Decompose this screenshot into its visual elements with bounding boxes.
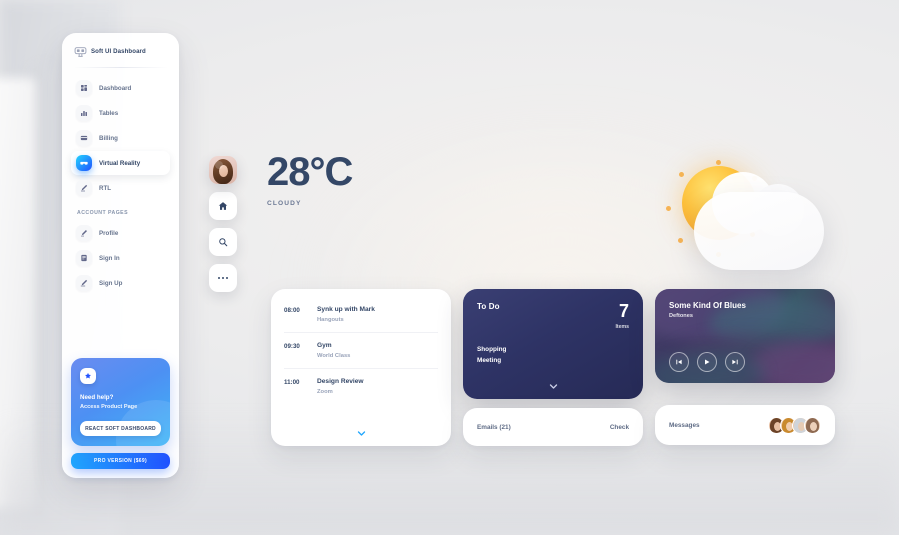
billing-card-icon (76, 130, 92, 146)
schedule-time: 08:00 (284, 307, 300, 314)
music-player-card: Some Kind Of Blues Deftones (655, 289, 835, 383)
search-icon (219, 238, 228, 247)
react-soft-dashboard-button[interactable]: REACT SOFT DASHBOARD (80, 421, 161, 436)
schedule-title: Design Review (317, 378, 364, 385)
music-controls (669, 352, 745, 372)
sidebar-item-rtl[interactable]: RTL (71, 176, 170, 200)
vr-headset-logo-icon (74, 47, 87, 57)
dashboard-icon (76, 80, 92, 96)
todo-expand-button[interactable] (463, 382, 643, 391)
home-button[interactable] (209, 192, 237, 220)
emails-card: Emails (21) Check (463, 408, 643, 446)
messages-avatar-stack (768, 416, 821, 434)
schedule-title: Synk up with Mark (317, 306, 375, 313)
sidebar-item-rtl-label: RTL (99, 184, 112, 192)
todo-item[interactable]: Shopping (477, 346, 629, 353)
vr-icon (76, 155, 92, 171)
sidebar-brand[interactable]: Soft UI Dashboard (71, 43, 170, 58)
sidebar-item-profile[interactable]: Profile (71, 221, 170, 245)
more-options-icon (218, 277, 228, 279)
vr-dashboard-screen: Soft UI Dashboard Dashboard Tables Billi… (0, 0, 899, 535)
previous-track-icon (676, 359, 682, 365)
sidebar-item-virtual-reality[interactable]: Virtual Reality (71, 151, 170, 175)
schedule-row[interactable]: 08:00 Synk up with Mark Hangouts (284, 301, 438, 332)
play-button[interactable] (697, 352, 717, 372)
music-track-artist: Deftones (669, 313, 693, 319)
sidebar-nav-account: Profile Sign In Sign Up (71, 221, 170, 295)
sidebar: Soft UI Dashboard Dashboard Tables Billi… (62, 33, 179, 478)
sidebar-item-profile-label: Profile (99, 229, 119, 237)
sidebar-item-sign-in-label: Sign In (99, 254, 120, 262)
sign-up-icon (76, 275, 92, 291)
cup-star-icon (80, 368, 96, 385)
play-icon (705, 359, 710, 365)
todo-count-label: Items (615, 324, 629, 330)
sidebar-divider (73, 67, 168, 68)
schedule-title: Gym (317, 342, 332, 349)
user-avatar[interactable] (209, 156, 237, 184)
todo-count: 7 (618, 301, 629, 321)
sidebar-item-tables[interactable]: Tables (71, 101, 170, 125)
sidebar-item-sign-in[interactable]: Sign In (71, 246, 170, 270)
music-track-title: Some Kind Of Blues (669, 301, 746, 310)
schedule-time: 09:30 (284, 343, 300, 350)
cloud-body (694, 192, 824, 270)
previous-track-button[interactable] (669, 352, 689, 372)
todo-header: To Do 7 Items (477, 302, 629, 330)
sidebar-item-sign-up[interactable]: Sign Up (71, 271, 170, 295)
schedule-time: 11:00 (284, 379, 300, 386)
emails-label: Emails (21) (477, 423, 511, 431)
search-button[interactable] (209, 228, 237, 256)
sidebar-item-dashboard[interactable]: Dashboard (71, 76, 170, 100)
next-track-button[interactable] (725, 352, 745, 372)
weather-temperature: 28°C (267, 150, 353, 194)
help-promo-subtitle: Access Product Page (80, 404, 138, 411)
help-promo-title: Need help? (80, 394, 114, 402)
todo-title: To Do (477, 302, 500, 311)
message-avatar[interactable] (804, 416, 821, 434)
sidebar-item-billing[interactable]: Billing (71, 126, 170, 150)
sidebar-nav-main: Dashboard Tables Billing Virtual Reality (71, 76, 170, 200)
next-track-icon (732, 359, 738, 365)
schedule-source: World Class (317, 353, 351, 359)
sidebar-item-tables-label: Tables (99, 109, 119, 117)
sidebar-section-label: ACCOUNT PAGES (77, 210, 129, 216)
pro-version-button[interactable]: PRO VERSION ($69) (71, 453, 170, 469)
sidebar-item-sign-up-label: Sign Up (99, 279, 123, 287)
todo-card: To Do 7 Items Shopping Meeting (463, 289, 643, 399)
chevron-down-icon (549, 384, 557, 389)
schedule-row[interactable]: 11:00 Design Review Zoom (284, 368, 438, 404)
sign-in-icon (76, 250, 92, 266)
sidebar-brand-label: Soft UI Dashboard (91, 48, 146, 55)
tables-icon (76, 105, 92, 121)
messages-card: Messages (655, 405, 835, 445)
profile-icon (76, 225, 92, 241)
weather-condition: CLOUDY (267, 200, 302, 207)
schedule-card: 08:00 Synk up with Mark Hangouts 09:30 G… (271, 289, 451, 446)
sidebar-item-billing-label: Billing (99, 134, 118, 142)
sidebar-item-virtual-reality-label: Virtual Reality (99, 159, 141, 167)
avatar-highlight (215, 161, 223, 169)
help-promo-card: Need help? Access Product Page REACT SOF… (71, 358, 170, 446)
todo-item-list: Shopping Meeting (477, 346, 629, 364)
sidebar-promo-area: Need help? Access Product Page REACT SOF… (71, 358, 170, 478)
todo-item[interactable]: Meeting (477, 357, 629, 364)
weather-readout: 28°C CLOUDY (267, 150, 353, 207)
more-options-button[interactable] (209, 264, 237, 292)
floating-icon-rail (209, 156, 237, 292)
music-meta: Some Kind Of Blues Deftones (655, 289, 835, 319)
messages-label: Messages (669, 421, 700, 429)
home-icon (218, 202, 228, 210)
sun-behind-cloud-icon (660, 160, 835, 272)
sidebar-item-dashboard-label: Dashboard (99, 84, 132, 92)
chevron-down-icon (357, 431, 365, 436)
schedule-row[interactable]: 09:30 Gym World Class (284, 332, 438, 368)
rtl-icon (76, 180, 92, 196)
schedule-source: Hangouts (317, 317, 344, 323)
schedule-expand-button[interactable] (271, 429, 451, 438)
schedule-source: Zoom (317, 389, 333, 395)
emails-check-button[interactable]: Check (610, 424, 629, 431)
